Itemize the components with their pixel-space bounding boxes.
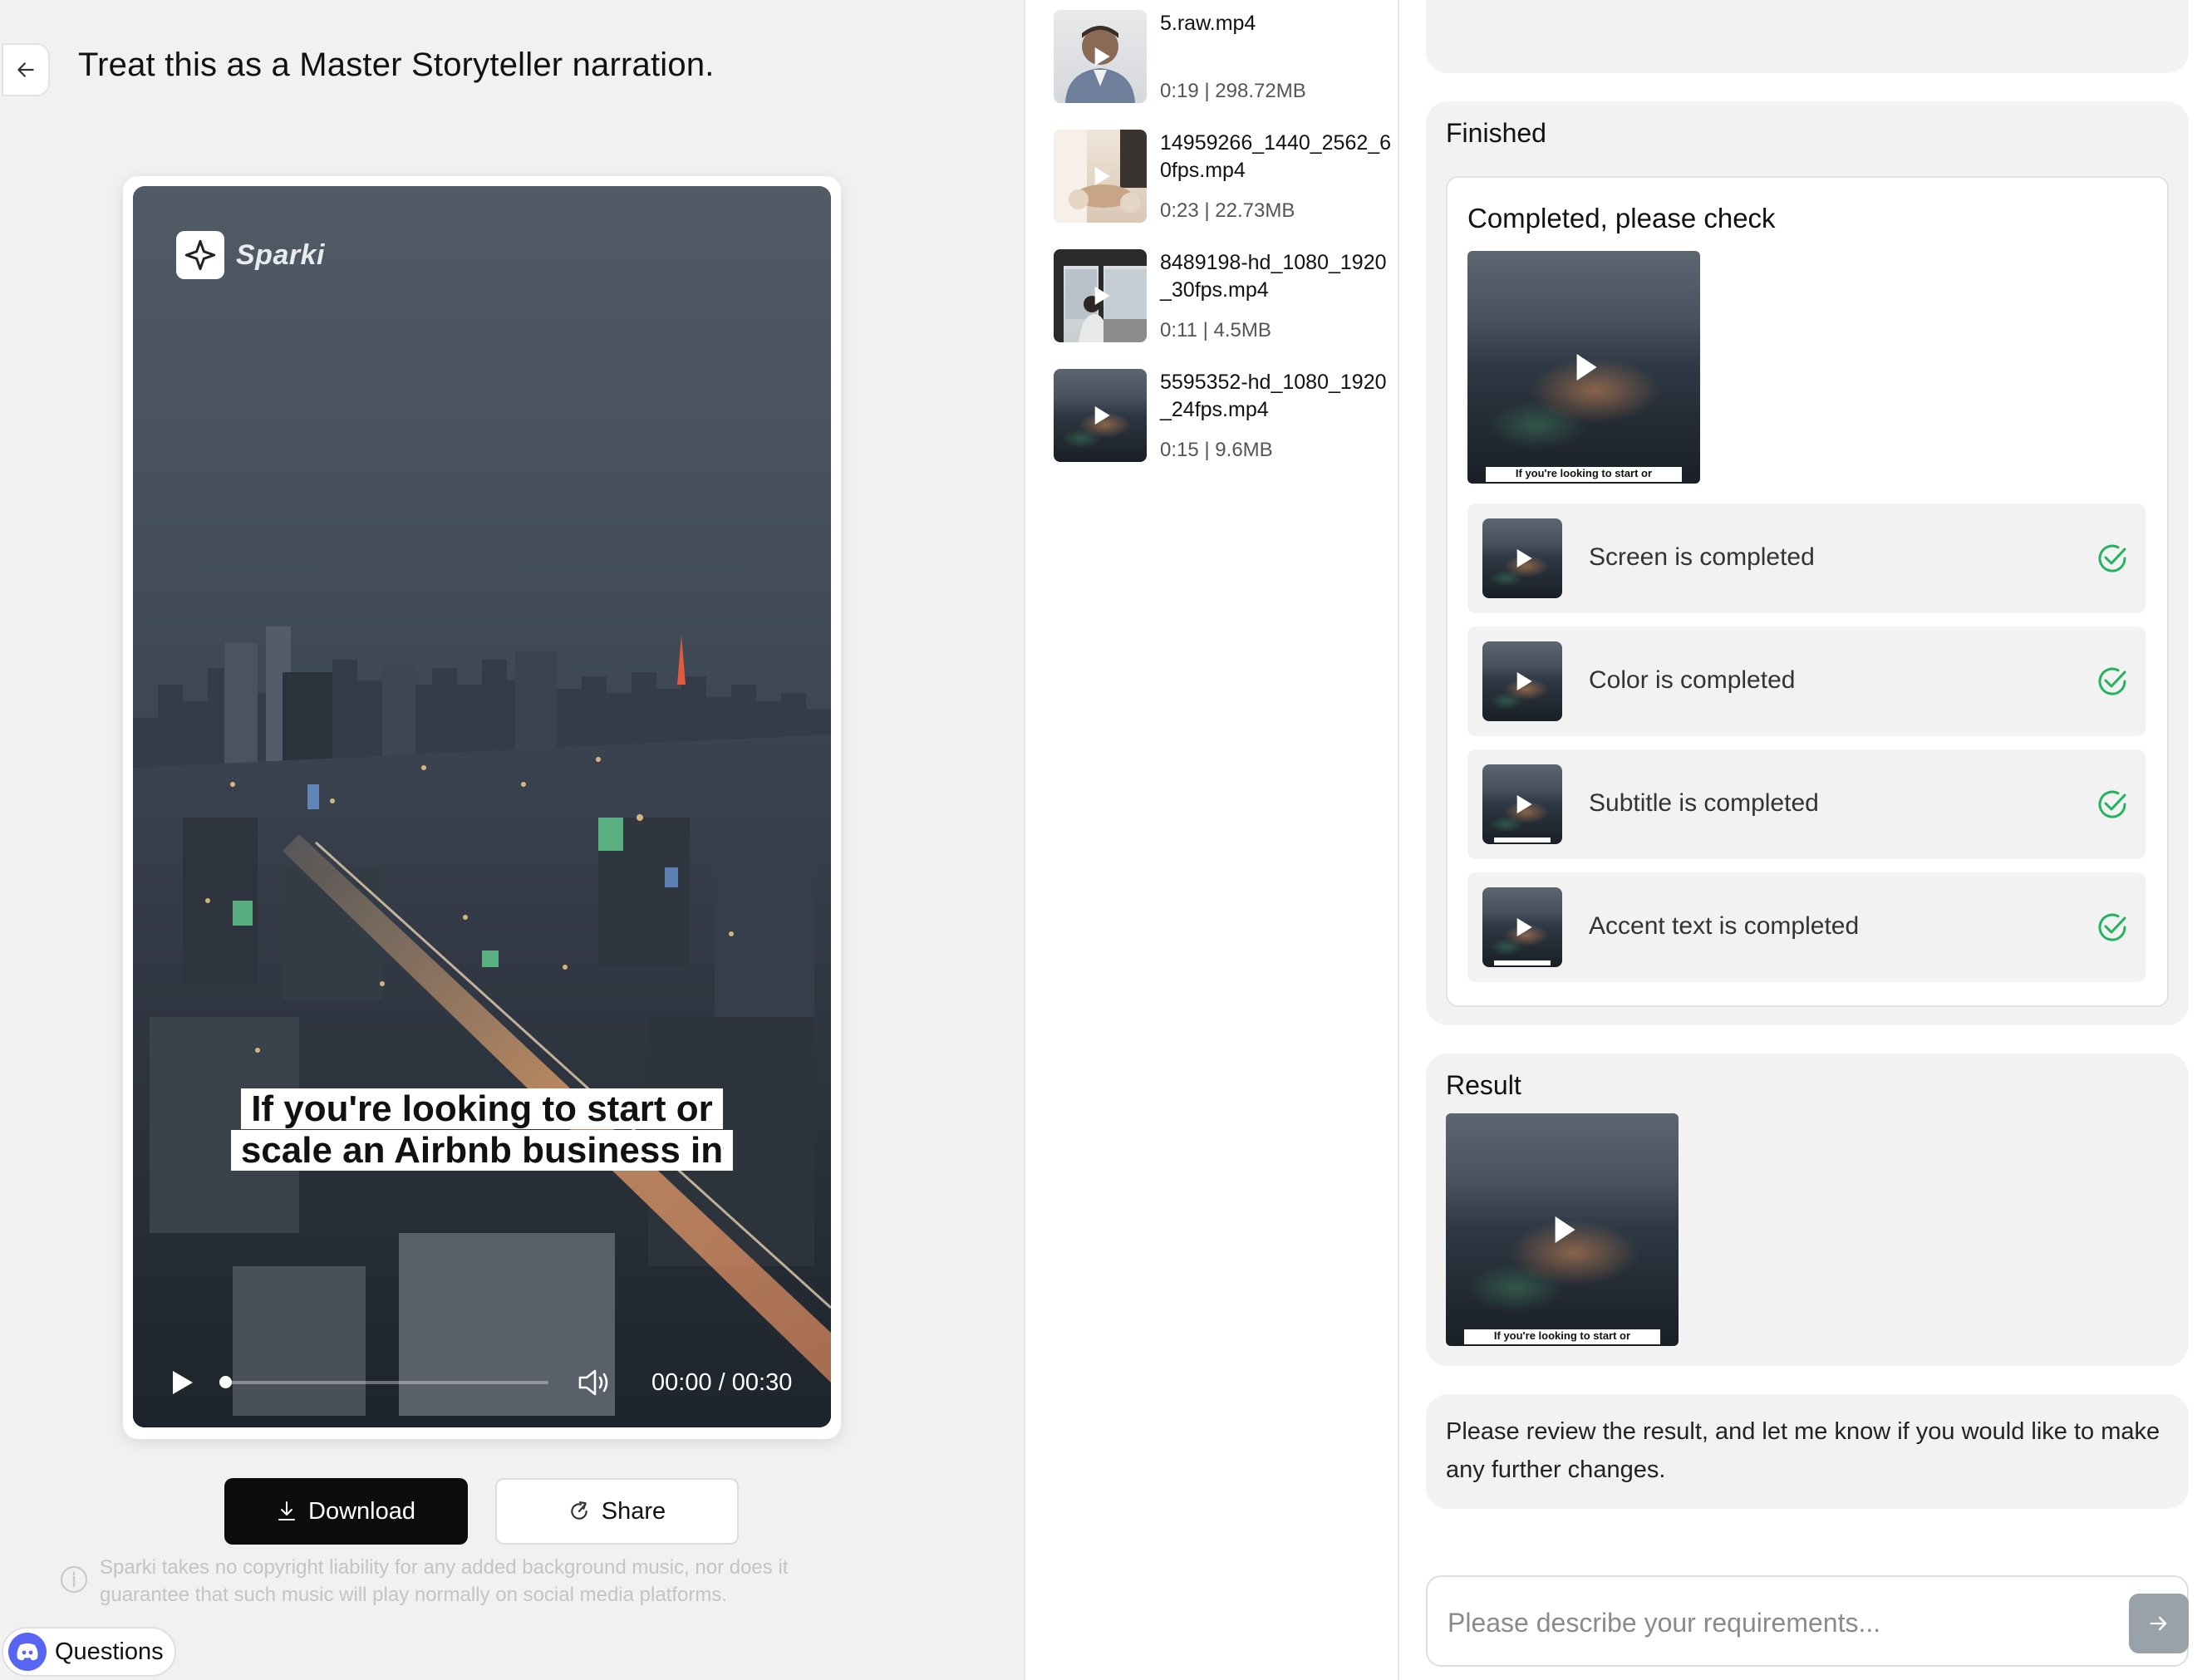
step-row[interactable]: Screen is completed (1467, 504, 2146, 613)
file-meta: 0:19 | 298.72MB (1160, 80, 1306, 102)
file-name: 14959266_1440_2562_60fps.mp4 (1160, 131, 1392, 182)
step-row[interactable]: Color is completed (1467, 626, 2146, 736)
thumbnail-caption: If you're looking to start or (1464, 1329, 1660, 1344)
download-button[interactable]: Download (224, 1478, 468, 1545)
arrow-left-icon (17, 62, 34, 77)
completed-video-thumbnail[interactable]: If you're looking to start or (1467, 251, 1700, 484)
send-button[interactable] (2129, 1594, 2189, 1653)
review-message-text: Please review the result, and let me kno… (1446, 1418, 2160, 1483)
play-icon (1516, 672, 1532, 690)
sparki-star-icon (176, 231, 224, 279)
review-message: Please review the result, and let me kno… (1426, 1394, 2189, 1509)
step-row[interactable]: Accent text is completed (1467, 872, 2146, 982)
file-name: 5.raw.mp4 (1160, 12, 1256, 35)
play-icon (1094, 287, 1110, 305)
uploaded-files-list: 5.raw.mp4 0:19 | 298.72MB 14959266_1440_… (1025, 0, 1399, 1680)
discord-icon (8, 1633, 47, 1671)
step-row[interactable]: Subtitle is completed (1467, 749, 2146, 859)
play-icon (173, 1371, 193, 1394)
video-subtitle: If you're looking to start or scale an A… (219, 1088, 745, 1172)
info-icon (61, 1566, 87, 1593)
subtitle-line-1: If you're looking to start or (241, 1088, 723, 1129)
step-label: Color is completed (1589, 666, 1796, 694)
sparki-logo: Sparki (176, 231, 325, 279)
player-controls: 00:00 / 00:30 (133, 1349, 831, 1416)
play-icon (1516, 549, 1532, 567)
share-icon (571, 1501, 587, 1520)
download-icon (278, 1501, 295, 1520)
preview-pane: Treat this as a Master Storyteller narra… (0, 0, 1025, 1680)
arrow-right-icon (2150, 1616, 2167, 1631)
step-thumbnail (1482, 641, 1562, 721)
file-item[interactable]: 5.raw.mp4 0:19 | 298.72MB (1054, 10, 1394, 110)
file-name: 5595352-hd_1080_1920_24fps.mp4 (1160, 371, 1387, 421)
progress-handle[interactable] (219, 1376, 232, 1388)
brand-name: Sparki (236, 238, 325, 271)
step-thumbnail (1482, 764, 1562, 844)
check-circle-icon (2098, 544, 2126, 572)
questions-button[interactable]: Questions (2, 1627, 176, 1677)
file-name: 8489198-hd_1080_1920_30fps.mp4 (1160, 251, 1387, 302)
thumbnail-caption: If you're looking to start or (1486, 467, 1682, 482)
check-circle-icon (2098, 790, 2126, 818)
previous-message (1426, 0, 2189, 73)
copyright-disclaimer: Sparki takes no copyright liability for … (100, 1556, 789, 1606)
file-item[interactable]: 5595352-hd_1080_1920_24fps.mp4 0:15 | 9.… (1054, 369, 1394, 469)
file-meta: 0:11 | 4.5MB (1160, 319, 1271, 341)
play-icon (1094, 47, 1110, 66)
step-label: Subtitle is completed (1589, 789, 1819, 817)
playback-time: 00:00 / 00:30 (651, 1369, 792, 1397)
volume-icon (578, 1369, 608, 1396)
play-icon (1576, 354, 1597, 381)
file-thumbnail (1054, 10, 1147, 103)
play-icon (1516, 918, 1532, 936)
completed-card: Completed, please check If you're lookin… (1446, 176, 2169, 1007)
chat-pane: Finished Completed, please check If you'… (1399, 0, 2207, 1680)
completed-card-title: Completed, please check (1467, 203, 1776, 233)
page-title: Treat this as a Master Storyteller narra… (78, 47, 715, 83)
result-video-thumbnail[interactable]: If you're looking to start or (1446, 1113, 1679, 1346)
file-meta: 0:15 | 9.6MB (1160, 439, 1273, 461)
result-section: Result If you're looking to start or (1426, 1054, 2189, 1366)
download-label: Download (308, 1497, 415, 1525)
check-circle-icon (2098, 913, 2126, 941)
back-button[interactable] (2, 43, 50, 96)
share-label: Share (601, 1497, 666, 1525)
thumbnail-caption-mark (1494, 838, 1551, 842)
questions-label: Questions (55, 1638, 164, 1665)
file-item[interactable]: 14959266_1440_2562_60fps.mp4 0:23 | 22.7… (1054, 130, 1394, 229)
step-label: Screen is completed (1589, 543, 1815, 571)
play-icon (1094, 406, 1110, 425)
volume-button[interactable] (577, 1368, 610, 1402)
city-skyline-image (133, 626, 831, 1427)
result-title: Result (1446, 1070, 1521, 1100)
file-thumbnail (1054, 130, 1147, 223)
play-button[interactable] (170, 1369, 194, 1400)
step-thumbnail (1482, 518, 1562, 598)
requirements-input[interactable] (1448, 1599, 2112, 1647)
share-button[interactable]: Share (495, 1478, 739, 1545)
current-time: 00:00 (651, 1369, 712, 1396)
time-separator: / (718, 1369, 725, 1396)
play-icon (1555, 1216, 1575, 1243)
file-thumbnail (1054, 249, 1147, 342)
video-player[interactable]: Sparki If you're looking to start or sca… (133, 186, 831, 1427)
finished-title: Finished (1446, 118, 1546, 148)
file-item[interactable]: 8489198-hd_1080_1920_30fps.mp4 0:11 | 4.… (1054, 249, 1394, 349)
file-thumbnail (1054, 369, 1147, 462)
thumbnail-caption-mark (1494, 960, 1551, 965)
step-label: Accent text is completed (1589, 912, 1860, 940)
step-thumbnail (1482, 887, 1562, 967)
total-time: 00:30 (731, 1369, 793, 1396)
subtitle-line-2: scale an Airbnb business in (230, 1130, 734, 1171)
file-meta: 0:23 | 22.73MB (1160, 199, 1295, 222)
play-icon (1516, 795, 1532, 813)
play-icon (1094, 167, 1110, 185)
requirements-composer (1426, 1575, 2189, 1667)
finished-section: Finished Completed, please check If you'… (1426, 101, 2189, 1025)
check-circle-icon (2098, 667, 2126, 695)
progress-bar[interactable] (223, 1381, 548, 1384)
